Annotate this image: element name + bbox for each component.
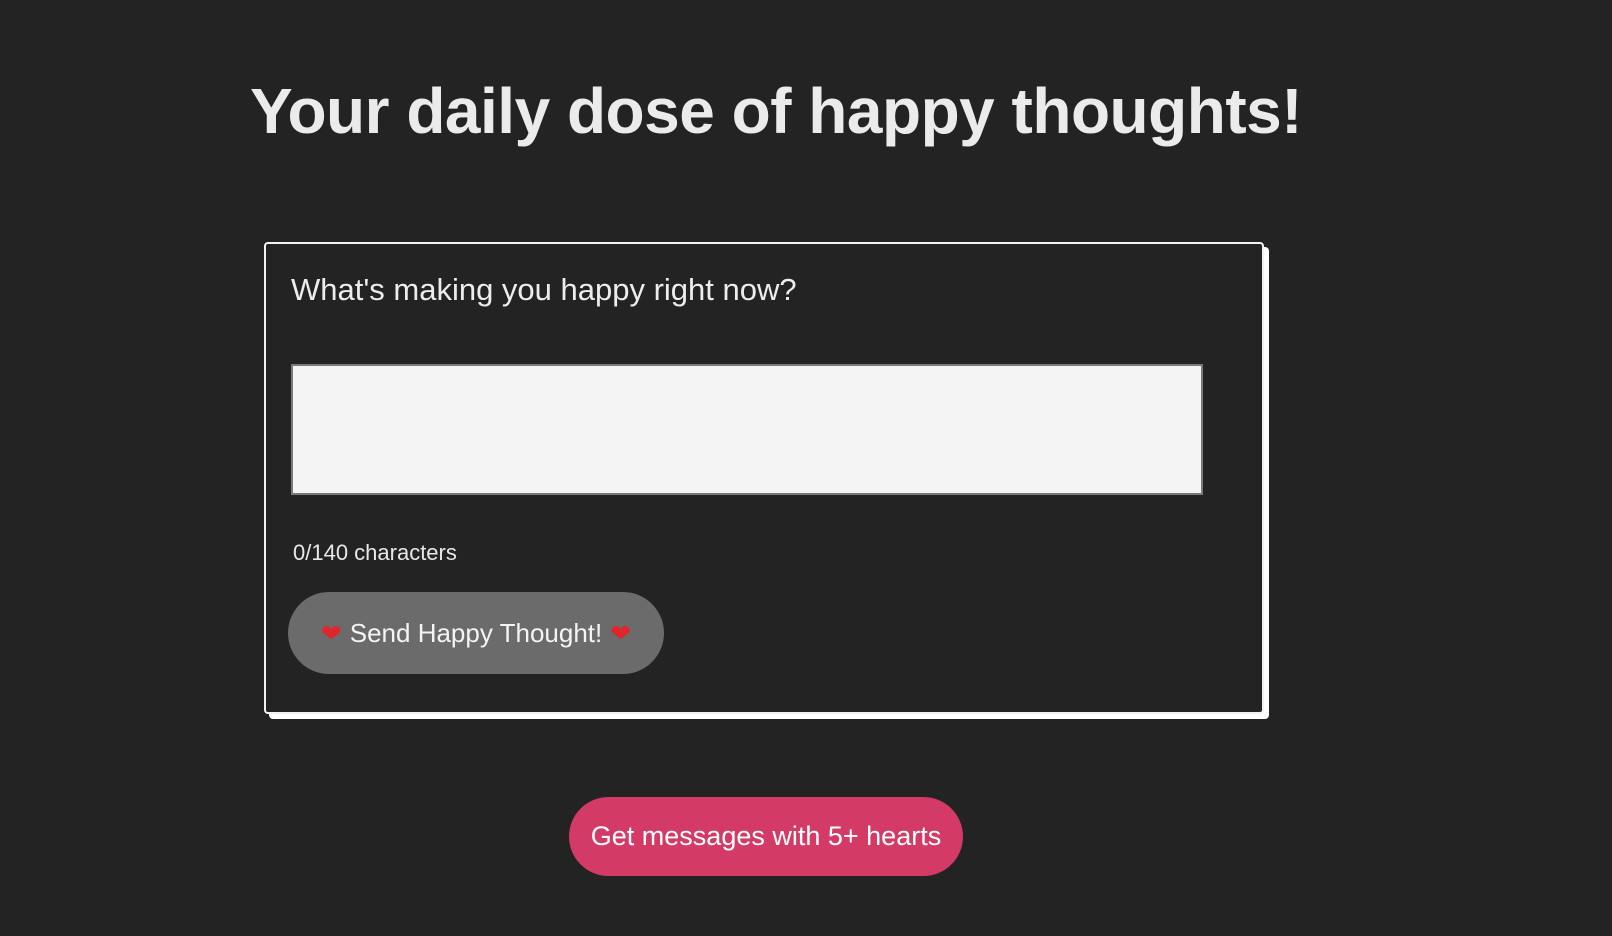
character-counter: 0/140 characters [293, 540, 457, 565]
page-title: Your daily dose of happy thoughts! [250, 75, 1303, 147]
heart-icon: ❤ [320, 618, 342, 648]
heart-icon: ❤ [610, 618, 632, 648]
send-happy-thought-button[interactable]: ❤ Send Happy Thought! ❤ [288, 592, 664, 674]
send-button-label: Send Happy Thought! [349, 617, 603, 648]
thought-form-card: What's making you happy right now? 0/140… [264, 242, 1264, 714]
thought-input[interactable] [291, 364, 1203, 495]
page: Your daily dose of happy thoughts! What'… [0, 0, 1612, 936]
filter-5-plus-hearts-button[interactable]: Get messages with 5+ hearts [569, 797, 963, 876]
thought-prompt-label: What's making you happy right now? [291, 272, 797, 307]
